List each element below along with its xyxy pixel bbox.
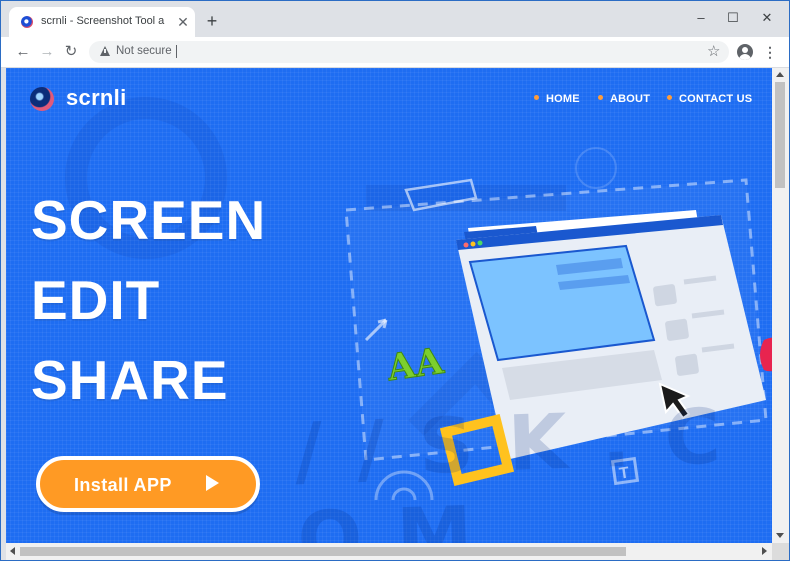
text-tool-letters: AA: [384, 340, 447, 390]
scroll-right-icon[interactable]: [762, 547, 767, 555]
scroll-left-icon[interactable]: [10, 547, 15, 555]
headline-screen: SCREEN: [31, 189, 267, 251]
nav-home[interactable]: HOME: [534, 93, 580, 105]
scrollbar-corner: [772, 543, 789, 560]
install-app-label: Install APP: [74, 475, 172, 495]
site-logo-text[interactable]: scrnli: [66, 85, 127, 111]
reload-icon[interactable]: ↻: [63, 44, 79, 60]
active-tab[interactable]: scrnli - Screenshot Tool and Edito ✕: [9, 7, 195, 37]
close-window-button[interactable]: ✕: [755, 9, 779, 27]
browser-toolbar: ← → ↻ Not secure ☆ ⋮: [1, 37, 789, 68]
nav-contact-label: CONTACT US: [679, 93, 753, 105]
kebab-menu-icon[interactable]: ⋮: [763, 44, 777, 60]
install-app-button[interactable]: Install APP: [36, 456, 260, 512]
vertical-scroll-thumb[interactable]: [775, 82, 785, 188]
security-label[interactable]: Not secure: [116, 45, 172, 57]
nav-about[interactable]: ABOUT: [598, 93, 651, 105]
vertical-scrollbar[interactable]: [772, 68, 789, 543]
warning-icon: [100, 46, 110, 56]
tab-title: scrnli - Screenshot Tool and Edito: [41, 15, 165, 27]
minimize-button[interactable]: –: [689, 9, 713, 27]
page-content: scrnli HOME ABOUT CONTACT US SCREEN EDIT…: [6, 68, 772, 543]
tab-close-icon[interactable]: ✕: [175, 14, 191, 30]
play-icon: [206, 475, 219, 491]
nav-bullet-icon: [534, 95, 539, 100]
horizontal-scroll-thumb[interactable]: [20, 547, 626, 556]
headline-edit: EDIT: [31, 269, 161, 331]
back-arrow-icon[interactable]: ←: [15, 44, 31, 60]
site-favicon-icon: [21, 16, 33, 28]
horizontal-scrollbar[interactable]: [6, 543, 772, 560]
nav-home-label: HOME: [546, 93, 580, 105]
nav-bullet-icon: [667, 95, 672, 100]
forward-arrow-icon[interactable]: →: [39, 44, 55, 60]
scroll-up-icon[interactable]: [776, 72, 784, 77]
background-watermark: / / S K . C O M: [293, 391, 726, 543]
nav-bullet-icon: [598, 95, 603, 100]
scroll-down-icon[interactable]: [776, 533, 784, 538]
star-icon[interactable]: ☆: [707, 44, 720, 60]
nav-contact-us[interactable]: CONTACT US: [667, 93, 753, 105]
headline-share: SHARE: [31, 349, 229, 411]
address-bar[interactable]: Not secure ☆: [89, 41, 729, 63]
browser-window: scrnli - Screenshot Tool and Edito ✕ + –…: [0, 0, 790, 561]
maximize-button[interactable]: ☐: [721, 9, 745, 27]
address-divider: [176, 45, 177, 58]
new-tab-button[interactable]: +: [204, 12, 220, 30]
scrnli-logo-icon[interactable]: [30, 87, 54, 111]
account-icon[interactable]: [737, 44, 753, 60]
tab-strip: scrnli - Screenshot Tool and Edito ✕ + –…: [1, 1, 789, 37]
nav-about-label: ABOUT: [610, 93, 651, 105]
